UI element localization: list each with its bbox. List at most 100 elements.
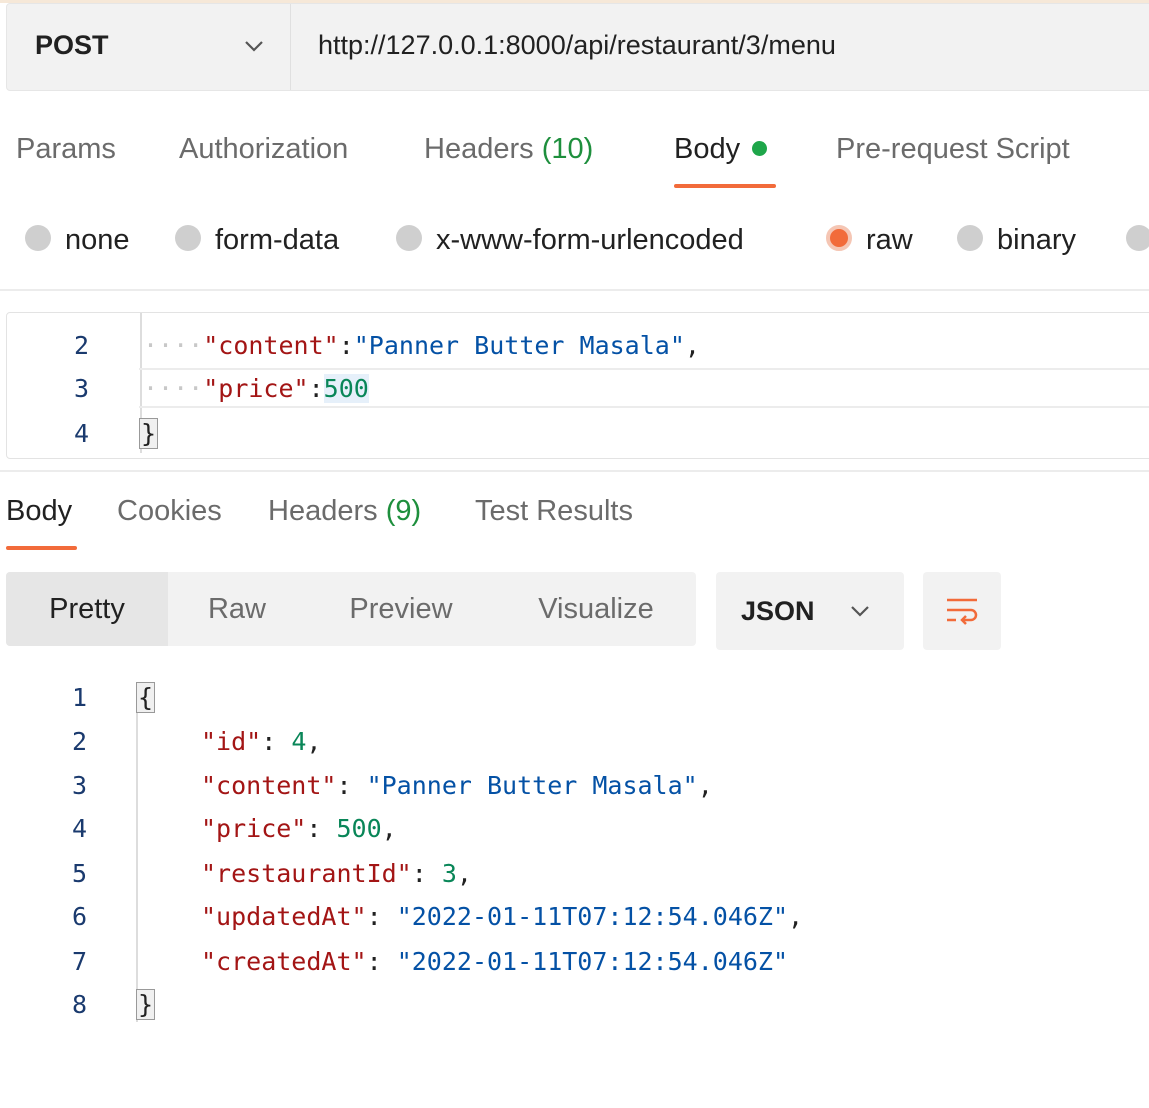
json-comma: , <box>456 859 472 888</box>
chevron-down-icon <box>851 606 869 617</box>
json-comma: , <box>788 902 804 931</box>
radio-label: x-www-form-urlencoded <box>436 224 744 256</box>
json-key: "content" <box>201 771 337 800</box>
radio-circle <box>175 225 201 252</box>
line-number: 1 <box>71 683 87 712</box>
code-line: "createdAt": "2022-01-11T07:12:54.046Z" <box>201 947 789 976</box>
chevron-down-icon[interactable] <box>240 34 268 58</box>
url-input[interactable]: http://127.0.0.1:8000/api/restaurant/3/m… <box>318 30 836 61</box>
json-brace: } <box>136 989 156 1020</box>
radio-circle <box>1126 225 1149 252</box>
code-line: { <box>136 682 156 713</box>
radio-form-data[interactable]: form-data <box>175 224 339 257</box>
json-brace: { <box>136 682 156 713</box>
line-number: 6 <box>71 902 87 931</box>
tab-prerequest-script[interactable]: Pre-request Script <box>836 133 1070 166</box>
code-line: } <box>136 989 156 1020</box>
json-value: 500 <box>323 374 369 403</box>
line-number: 4 <box>71 814 87 843</box>
tab-body[interactable]: Body <box>674 133 768 166</box>
json-value: 500 <box>336 814 382 843</box>
tab-headers-count: (10) <box>541 133 594 165</box>
view-preview-button[interactable]: Preview <box>322 572 480 646</box>
code-line: "content": "Panner Butter Masala", <box>201 771 713 800</box>
radio-circle-selected <box>826 225 852 252</box>
radio-label: raw <box>866 224 913 256</box>
view-mode-group: Pretty Raw Preview Visualize <box>6 572 696 646</box>
radio-circle <box>25 225 51 252</box>
code-line: "updatedAt": "2022-01-11T07:12:54.046Z", <box>201 902 804 931</box>
radio-urlencoded[interactable]: x-www-form-urlencoded <box>396 224 744 257</box>
json-value: "2022-01-11T07:12:54.046Z" <box>396 902 789 931</box>
radio-circle <box>957 225 983 252</box>
response-tab-cookies[interactable]: Cookies <box>117 495 222 528</box>
response-tab-headers-label: Headers <box>268 495 378 527</box>
line-number: 4 <box>73 419 89 448</box>
json-separator: : <box>308 374 324 403</box>
active-tab-underline <box>674 184 776 188</box>
radio-binary[interactable]: binary <box>957 224 1076 257</box>
json-value: "Panner Butter Masala" <box>353 331 685 360</box>
line-number: 2 <box>73 331 89 360</box>
view-raw-button[interactable]: Raw <box>176 572 298 646</box>
view-pretty-button[interactable]: Pretty <box>6 572 168 646</box>
wrap-button[interactable] <box>923 572 1001 650</box>
json-comma: , <box>697 771 713 800</box>
code-line: ····"content":"Panner Butter Masala", <box>143 331 700 360</box>
line-number: 3 <box>71 771 87 800</box>
tab-headers[interactable]: Headers (10) <box>424 133 593 166</box>
json-comma: , <box>381 814 397 843</box>
code-line: "restaurantId": 3, <box>201 859 472 888</box>
json-value: "Panner Butter Masala" <box>366 771 698 800</box>
response-tab-test-results[interactable]: Test Results <box>475 495 633 528</box>
format-select[interactable]: JSON <box>716 572 904 650</box>
json-key: "restaurantId" <box>201 859 412 888</box>
json-key: "content" <box>203 331 339 360</box>
json-key: "price" <box>201 814 307 843</box>
radio-circle <box>396 225 422 252</box>
line-number: 2 <box>71 727 87 756</box>
method-select[interactable]: POST <box>35 30 109 61</box>
json-key: "price" <box>203 374 309 403</box>
json-key: "createdAt" <box>201 947 367 976</box>
radio-raw[interactable]: raw <box>826 224 913 257</box>
response-body-viewer[interactable]: 1 2 3 4 5 6 7 8 { "id": 4, "content": "P… <box>0 672 1149 1032</box>
radio-none[interactable]: none <box>25 224 130 257</box>
code-line: ····"price":500 <box>143 374 369 403</box>
tab-body-label: Body <box>674 133 741 165</box>
code-line: "id": 4, <box>201 727 322 756</box>
line-number: 5 <box>71 859 87 888</box>
request-body-editor[interactable]: 2 3 4 ····"content":"Panner Butter Masal… <box>6 312 1149 459</box>
json-key: "updatedAt" <box>201 902 367 931</box>
radio-label: none <box>65 224 130 256</box>
response-tab-body[interactable]: Body <box>6 495 72 528</box>
divider <box>0 470 1149 472</box>
radio-graphql[interactable] <box>1126 224 1149 257</box>
line-number: 3 <box>73 374 89 403</box>
json-value: "2022-01-11T07:12:54.046Z" <box>396 947 789 976</box>
format-select-value: JSON <box>741 596 815 626</box>
json-value: 4 <box>291 727 307 756</box>
tab-params[interactable]: Params <box>16 133 116 166</box>
line-number: 7 <box>71 947 87 976</box>
tab-headers-label: Headers <box>424 133 534 165</box>
url-divider <box>290 4 291 90</box>
json-brace: } <box>139 418 159 449</box>
radio-label: form-data <box>215 224 340 256</box>
code-line: } <box>139 418 159 449</box>
line-number: 8 <box>71 990 87 1019</box>
body-indicator-dot <box>752 140 768 156</box>
code-line: "price": 500, <box>201 814 397 843</box>
text-wrap-icon <box>947 598 978 625</box>
url-bar: POST http://127.0.0.1:8000/api/restauran… <box>6 3 1149 91</box>
tab-authorization[interactable]: Authorization <box>179 133 348 166</box>
view-visualize-button[interactable]: Visualize <box>514 572 678 646</box>
json-separator: : <box>338 331 354 360</box>
active-tab-underline <box>6 546 77 550</box>
json-key: "id" <box>201 727 262 756</box>
json-value: 3 <box>441 859 457 888</box>
editor-gutter-line <box>136 682 138 1022</box>
json-comma: , <box>306 727 322 756</box>
response-tab-headers[interactable]: Headers (9) <box>268 495 421 528</box>
response-tab-headers-count: (9) <box>385 495 422 527</box>
